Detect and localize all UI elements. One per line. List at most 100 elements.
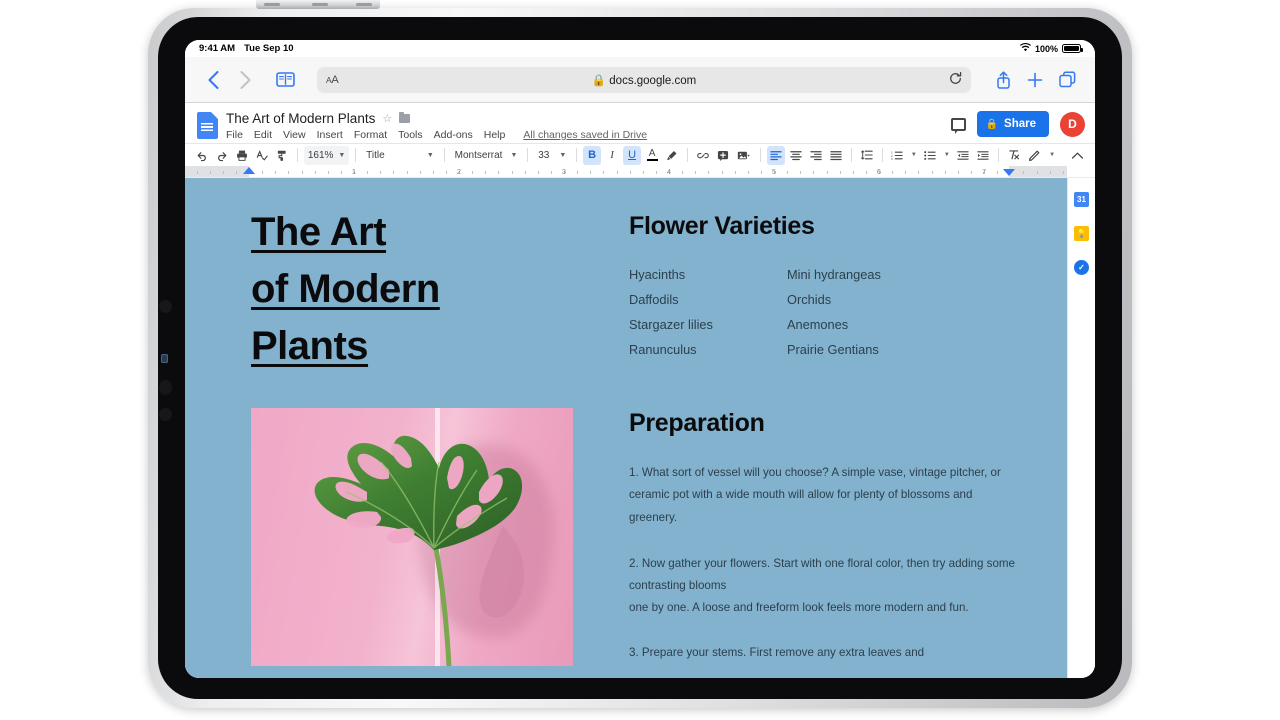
lock-icon: 🔒	[592, 75, 606, 87]
insert-image-icon[interactable]	[734, 146, 754, 165]
document-heading-title: The Art of Modern Plants	[251, 204, 593, 374]
menu-tools[interactable]: Tools	[398, 129, 423, 141]
align-right-icon[interactable]	[807, 146, 825, 165]
comment-icon[interactable]	[951, 118, 966, 131]
google-docs-logo[interactable]	[197, 112, 218, 139]
status-time: 9:41 AM	[199, 43, 235, 54]
device-side-button-bottom[interactable]	[159, 408, 172, 421]
edit-pencil-icon[interactable]	[1025, 146, 1044, 165]
right-indent-marker[interactable]	[1003, 169, 1015, 176]
google-tasks-icon[interactable]: ✓	[1074, 260, 1089, 275]
decrease-indent-icon[interactable]	[954, 146, 972, 165]
numbered-list-icon[interactable]: 123	[888, 146, 906, 165]
left-indent-marker[interactable]	[243, 167, 255, 174]
safari-toolbar: AA 🔒 docs.google.com	[185, 57, 1095, 103]
chevron-down-icon: ▼	[338, 152, 345, 159]
ruler-left-margin	[185, 166, 249, 177]
preparation-step-2: 2. Now gather your flowers. Start with o…	[629, 553, 1021, 620]
plus-icon[interactable]	[1021, 66, 1049, 94]
monstera-leaf-illustration	[251, 408, 573, 666]
italic-icon[interactable]: I	[603, 146, 621, 165]
device-side-connector	[161, 354, 168, 363]
font-family-select[interactable]: Montserrat ▼	[451, 146, 522, 165]
menu-insert[interactable]: Insert	[317, 129, 343, 141]
bulleted-list-icon[interactable]	[921, 146, 939, 165]
chevron-left-icon[interactable]	[199, 66, 227, 94]
paragraph-style-select[interactable]: Title ▼	[362, 146, 438, 165]
ruler-number: 2	[457, 167, 461, 176]
list-item: Hyacinths	[629, 267, 787, 282]
insert-link-icon[interactable]	[694, 146, 712, 165]
highlight-color-icon[interactable]	[663, 146, 681, 165]
document-right-column: Flower Varieties Hyacinths Mini hydrange…	[629, 204, 1021, 678]
flower-varieties-list: Hyacinths Mini hydrangeas Daffodils Orch…	[629, 267, 1021, 357]
increase-indent-icon[interactable]	[974, 146, 992, 165]
ruler-number: 1	[352, 167, 356, 176]
tabs-overview-icon[interactable]	[1053, 66, 1081, 94]
spellcheck-icon[interactable]	[253, 146, 271, 165]
share-button[interactable]: 🔒 Share	[977, 111, 1049, 137]
font-size-value: 33	[538, 150, 549, 161]
chevron-down-icon[interactable]: ▼	[908, 146, 919, 165]
title-line-2: of Modern	[251, 267, 440, 311]
list-item: Orchids	[787, 292, 1021, 307]
list-item: Mini hydrangeas	[787, 267, 1021, 282]
align-center-icon[interactable]	[787, 146, 805, 165]
menu-add-ons[interactable]: Add-ons	[434, 129, 473, 141]
device-side-button-middle[interactable]	[159, 380, 172, 395]
zoom-level-value: 161%	[308, 150, 334, 161]
google-keep-icon[interactable]: 💡	[1074, 226, 1089, 241]
address-bar[interactable]: AA 🔒 docs.google.com	[317, 67, 971, 93]
redo-icon[interactable]	[213, 146, 231, 165]
list-item: Anemones	[787, 317, 1021, 332]
google-docs-app: The Art of Modern Plants ☆ File Edit Vie…	[185, 103, 1095, 678]
preparation-heading: Preparation	[629, 409, 1021, 438]
menu-edit[interactable]: Edit	[254, 129, 272, 141]
ruler-right-margin	[1009, 166, 1067, 177]
url-text: 🔒 docs.google.com	[317, 73, 971, 87]
document-page[interactable]: The Art of Modern Plants	[185, 178, 1067, 678]
chevron-right-icon[interactable]	[231, 66, 259, 94]
preparation-step-1: 1. What sort of vessel will you choose? …	[629, 462, 1021, 529]
align-justify-icon[interactable]	[827, 146, 845, 165]
paint-format-icon[interactable]	[273, 146, 291, 165]
clear-formatting-icon[interactable]	[1005, 146, 1023, 165]
save-status-link[interactable]: All changes saved in Drive	[523, 129, 647, 141]
ruler-number: 3	[562, 167, 566, 176]
underline-icon[interactable]: U	[623, 146, 641, 165]
chevron-down-icon[interactable]: ▼	[1046, 146, 1058, 165]
font-size-select[interactable]: 33 ▼	[534, 146, 570, 165]
line-spacing-icon[interactable]	[858, 146, 876, 165]
preparation-step-3: 3. Prepare your stems. First remove any …	[629, 642, 1021, 664]
svg-text:3: 3	[891, 157, 893, 161]
menu-help[interactable]: Help	[484, 129, 506, 141]
menu-format[interactable]: Format	[354, 129, 387, 141]
text-color-icon[interactable]: A	[643, 146, 661, 165]
bold-icon[interactable]: B	[583, 146, 601, 165]
status-date: Tue Sep 10	[244, 43, 293, 54]
undo-icon[interactable]	[193, 146, 211, 165]
document-title[interactable]: The Art of Modern Plants	[226, 111, 375, 126]
add-comment-icon[interactable]	[714, 146, 732, 165]
menu-view[interactable]: View	[283, 129, 306, 141]
docs-formatting-toolbar: 161% ▼ Title ▼ Montserrat ▼ 33 ▼ B I U	[185, 143, 1095, 166]
ruler-number: 5	[772, 167, 776, 176]
star-icon[interactable]: ☆	[382, 112, 392, 125]
monstera-leaf-image[interactable]	[251, 408, 573, 666]
align-left-icon[interactable]	[767, 146, 785, 165]
font-family-value: Montserrat	[455, 150, 503, 161]
chevron-up-icon[interactable]	[1068, 146, 1087, 165]
google-calendar-icon[interactable]: 31	[1074, 192, 1089, 207]
device-side-button-top[interactable]	[159, 300, 172, 313]
document-canvas[interactable]: The Art of Modern Plants	[185, 178, 1095, 678]
chevron-down-icon[interactable]: ▼	[941, 146, 952, 165]
book-sidebar-icon[interactable]	[271, 66, 299, 94]
zoom-level-select[interactable]: 161% ▼	[304, 146, 350, 165]
avatar[interactable]: D	[1060, 112, 1085, 137]
flower-varieties-heading: Flower Varieties	[629, 212, 1021, 241]
ruler[interactable]: 1234567	[185, 166, 1095, 178]
move-to-folder-icon[interactable]	[399, 114, 410, 123]
share-up-icon[interactable]	[989, 66, 1017, 94]
print-icon[interactable]	[233, 146, 251, 165]
menu-file[interactable]: File	[226, 129, 243, 141]
